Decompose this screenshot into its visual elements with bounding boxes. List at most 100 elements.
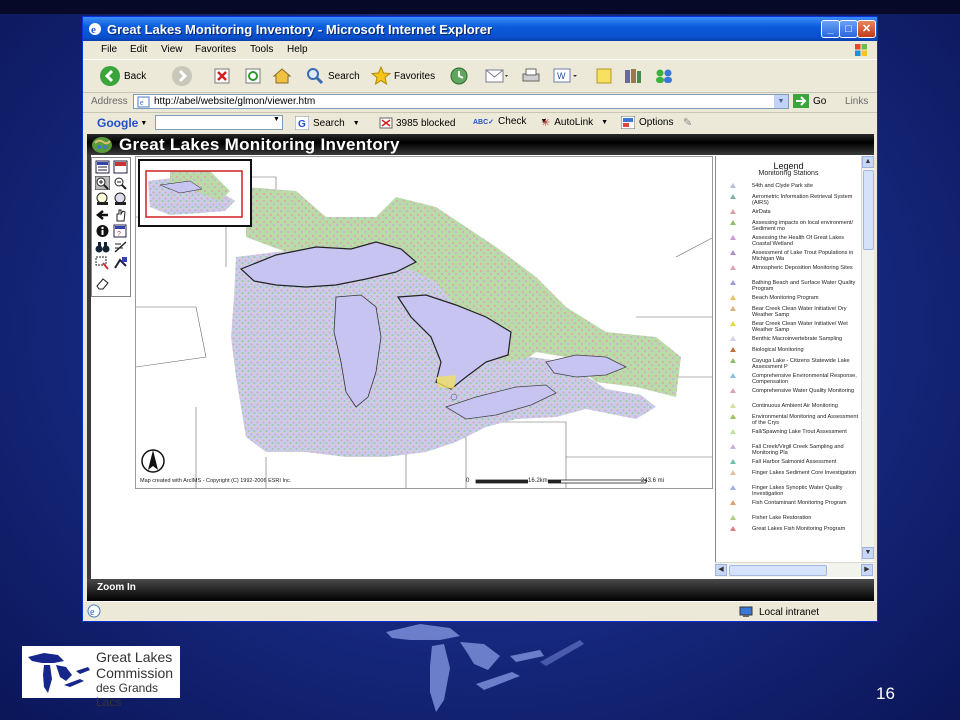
station-marker-icon	[730, 194, 736, 199]
app-header: Great Lakes Monitoring Inventory	[87, 134, 874, 155]
scale-start-label: 0	[466, 478, 470, 484]
back-extent-icon[interactable]	[95, 208, 110, 222]
great-lakes-watermark	[386, 624, 584, 712]
mail-button[interactable]	[485, 66, 509, 86]
menu-edit[interactable]: Edit	[130, 44, 147, 55]
stop-button[interactable]	[213, 66, 231, 86]
go-button[interactable]: Go	[793, 94, 826, 108]
pencil-icon: ✎	[683, 117, 693, 129]
research-books-icon	[625, 69, 641, 83]
station-marker-icon	[730, 336, 736, 341]
scroll-up-icon[interactable]: ▲	[862, 156, 874, 168]
address-bar: Address e http://abel/website/glmon/view…	[83, 92, 877, 113]
google-toolbar: Google ▼ ▼ G Search ▼ 3985 blocked ABC✓ …	[83, 112, 877, 134]
scroll-left-icon[interactable]: ◀	[715, 564, 727, 576]
security-zone[interactable]: Local intranet	[739, 606, 819, 618]
scroll-thumb[interactable]	[863, 170, 874, 250]
eraser-icon[interactable]	[95, 276, 110, 290]
zoom-in-icon[interactable]	[95, 176, 110, 190]
close-button[interactable]: ✕	[857, 20, 876, 38]
svg-text:W: W	[557, 71, 566, 81]
legend-item-label: Great Lakes Fish Monitoring Program	[752, 526, 846, 532]
legend-vertical-scrollbar[interactable]: ▲ ▼	[861, 156, 874, 561]
discuss-button[interactable]	[595, 66, 613, 86]
blocked-count: 3985 blocked	[396, 117, 456, 129]
edit-button[interactable]: W	[553, 66, 579, 86]
address-label: Address	[91, 96, 128, 107]
legend-item-label: AirData	[752, 209, 771, 215]
title-bar[interactable]: e Great Lakes Monitoring Inventory - Mic…	[83, 17, 877, 41]
scale-mid-label: 16.2km	[528, 478, 548, 484]
messenger-icon	[656, 69, 672, 83]
query-icon[interactable]: ?	[113, 224, 128, 238]
legend-item-label: Beach Monitoring Program	[752, 295, 819, 301]
check-label: Check	[498, 116, 527, 127]
page-icon: e	[137, 96, 150, 108]
options-button[interactable]: Options	[621, 116, 673, 129]
highlight-patch	[436, 375, 456, 389]
windows-flag-icon	[855, 44, 867, 56]
great-lakes-commission-logo: Great Lakes Commission des Grands Lacs	[22, 646, 180, 709]
favorites-button[interactable]: Favorites	[371, 66, 435, 86]
legend-item-label: Fall Creek/Virgil Creek Sampling and Mon…	[752, 444, 844, 457]
station-marker-icon	[730, 347, 736, 352]
forward-button[interactable]	[171, 66, 193, 86]
zoom-active-layer-icon[interactable]	[113, 192, 128, 206]
scroll-right-icon[interactable]: ▶	[861, 564, 873, 576]
refresh-button[interactable]	[244, 66, 262, 86]
google-search-input[interactable]	[155, 115, 283, 130]
results-area	[135, 491, 713, 581]
search-icon	[307, 68, 324, 85]
home-button[interactable]	[272, 66, 292, 86]
legend-horizontal-scrollbar[interactable]: ◀ ▶	[715, 562, 874, 577]
highlight-button[interactable]: ✎	[683, 116, 692, 129]
links-label[interactable]: Links	[845, 96, 868, 107]
pan-hand-icon[interactable]	[113, 208, 128, 222]
search-button[interactable]: Search	[305, 66, 360, 86]
maximize-button[interactable]: □	[839, 20, 858, 38]
select-rectangle-icon[interactable]	[95, 256, 110, 270]
autolink-button[interactable]: ✳ AutoLink ▼	[541, 116, 608, 129]
menu-file[interactable]: File	[101, 44, 117, 55]
toggle-overview-icon[interactable]	[113, 160, 128, 174]
menu-favorites[interactable]: Favorites	[195, 44, 236, 55]
window-title: Great Lakes Monitoring Inventory - Micro…	[107, 22, 493, 37]
google-search-button[interactable]: G Search ▼	[295, 116, 360, 130]
find-binoculars-icon[interactable]	[95, 240, 110, 254]
address-input[interactable]: e http://abel/website/glmon/viewer.htm ▼	[133, 94, 789, 109]
legend-item-label: Continuous Ambient Air Monitoring	[752, 403, 838, 409]
messenger-button[interactable]	[653, 66, 675, 86]
history-button[interactable]	[449, 66, 469, 86]
toggle-legend-icon[interactable]	[95, 160, 110, 174]
map-view[interactable]: Map created with ArcIMS - Copyright (C) …	[135, 156, 713, 489]
select-by-line-icon[interactable]	[113, 256, 128, 270]
menu-view[interactable]: View	[161, 44, 183, 55]
station-marker-icon	[730, 485, 736, 490]
org-name-line2: Commission	[96, 665, 174, 681]
measure-icon[interactable]	[113, 240, 128, 254]
menu-help[interactable]: Help	[287, 44, 308, 55]
full-extent-icon[interactable]	[95, 192, 110, 206]
spell-check-button[interactable]: ABC✓ Check ▼	[473, 116, 547, 127]
back-label: Back	[124, 70, 147, 82]
google-g-icon: G	[295, 116, 309, 130]
browser-window: e Great Lakes Monitoring Inventory - Mic…	[82, 16, 878, 622]
hscroll-thumb[interactable]	[729, 565, 827, 576]
popup-blocker-button[interactable]: 3985 blocked	[379, 116, 456, 130]
research-button[interactable]	[623, 66, 643, 86]
zoom-out-icon[interactable]	[113, 176, 128, 190]
google-search-dropdown-icon[interactable]: ▼	[273, 116, 280, 123]
overview-map[interactable]	[138, 159, 252, 227]
minimize-button[interactable]: _	[821, 20, 840, 38]
scroll-down-icon[interactable]: ▼	[862, 547, 874, 559]
forward-arrow-icon	[172, 66, 192, 86]
app-status-bar: Zoom In	[87, 579, 874, 601]
print-button[interactable]	[521, 66, 541, 86]
legend-item-label: Environmental Monitoring and Assessment …	[752, 414, 859, 427]
google-logo[interactable]: Google ▼	[97, 116, 147, 130]
menu-tools[interactable]: Tools	[250, 44, 273, 55]
globe-logo-icon	[92, 137, 112, 153]
back-button[interactable]: Back	[99, 66, 146, 86]
identify-icon[interactable]	[95, 224, 110, 238]
address-dropdown-icon[interactable]: ▼	[774, 95, 788, 108]
